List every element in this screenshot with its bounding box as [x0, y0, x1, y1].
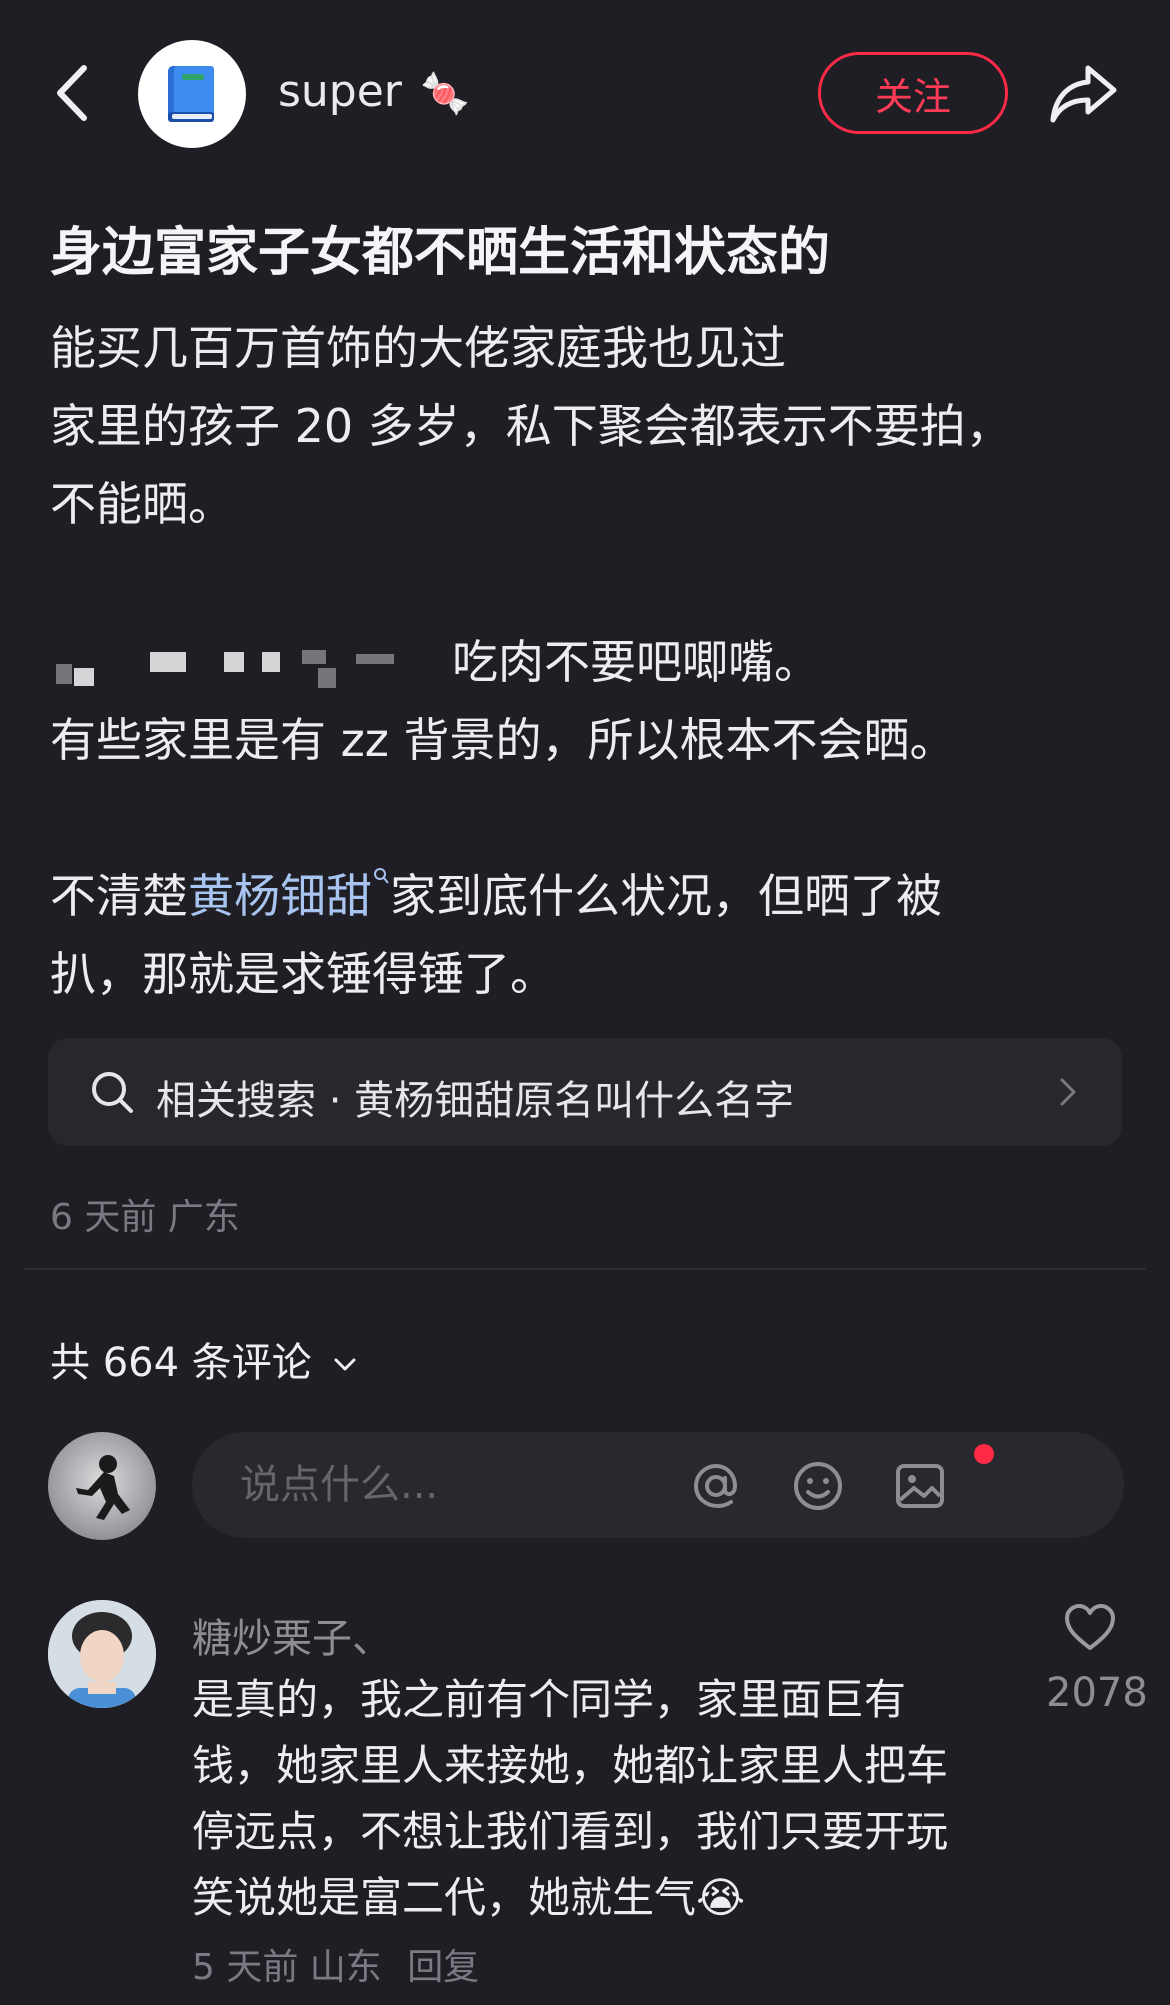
post-text: 家到底什么状况，但晒了被 [390, 869, 942, 923]
commenter-avatar[interactable] [48, 1600, 156, 1708]
reply-button[interactable]: 回复 [407, 1947, 479, 1988]
share-arrow-icon [1050, 65, 1117, 123]
chevron-left-icon [57, 65, 87, 121]
candy-emoji: 🍬 [420, 71, 470, 117]
related-search-text: 相关搜索 · 黄杨钿甜原名叫什么名字 [156, 1078, 795, 1124]
avatar-silhouette [76, 1455, 130, 1520]
topic-link[interactable]: 黄杨钿甜 [188, 869, 372, 923]
notification-dot [974, 1444, 994, 1464]
search-icon [374, 868, 389, 884]
blue-book-icon [168, 66, 214, 122]
comment-meta: 5 天前 山东 回复 [192, 1938, 479, 1990]
comment-text: 笑说她是富二代，她就生气 [192, 1873, 697, 1922]
divider [24, 1268, 1146, 1270]
comment-count-label: 共 664 条评论 [50, 1340, 312, 1386]
chevron-down-icon [334, 1358, 355, 1371]
post-text: 不清楚 [50, 869, 188, 923]
comment-line: 笑说她是富二代，她就生气😭 [192, 1864, 745, 1925]
redacted-text [56, 650, 446, 690]
comment-line: 停远点，不想让我们看到，我们只要开玩 [192, 1807, 949, 1856]
crying-emoji: 😭 [696, 1873, 746, 1922]
post-line: 吃肉不要吧唧嘴。 [452, 635, 820, 689]
comment-line: 钱，她家里人来接她，她都让家里人把车 [192, 1741, 949, 1790]
comment-time-location: 5 天前 山东 [192, 1947, 382, 1988]
author-name[interactable]: super [278, 66, 402, 117]
follow-button[interactable]: 关注 [818, 52, 1008, 134]
emoji-icon[interactable] [790, 1458, 846, 1514]
like-button[interactable] [1062, 1600, 1118, 1656]
comment-input[interactable] [240, 1460, 740, 1510]
comment-input-box[interactable] [192, 1432, 1124, 1538]
post-line: 不能晒。 [50, 477, 234, 531]
post-line: 有些家里是有 zz 背景的，所以根本不会晒。 [50, 713, 956, 767]
my-avatar[interactable] [48, 1432, 156, 1540]
post-line: 家里的孩子 20 多岁，私下聚会都表示不要拍， [50, 399, 1012, 453]
related-search-bar[interactable]: 相关搜索 · 黄杨钿甜原名叫什么名字 [48, 1038, 1122, 1146]
like-count: 2078 [1046, 1670, 1148, 1716]
chevron-right-icon [1060, 1078, 1076, 1106]
heart-icon [1065, 1604, 1115, 1650]
author-avatar[interactable] [138, 40, 246, 148]
post-line: 不清楚黄杨钿甜 家到底什么状况，但晒了被 [50, 860, 942, 926]
post-meta: 6 天前 广东 [50, 1197, 240, 1238]
post-line: 能买几百万首饰的大佬家庭我也见过 [50, 321, 786, 375]
back-button[interactable] [50, 62, 94, 124]
search-icon [92, 1072, 133, 1113]
at-icon[interactable] [688, 1458, 744, 1514]
comment-count-sort[interactable]: 共 664 条评论 [50, 1330, 359, 1388]
post-title: 身边富家子女都不晒生活和状态的 [50, 223, 831, 283]
comment-line: 是真的，我之前有个同学，家里面巨有 [192, 1675, 907, 1724]
comment-username[interactable]: 糖炒栗子、 [192, 1606, 392, 1664]
image-icon[interactable] [892, 1458, 948, 1514]
avatar-face [48, 1600, 156, 1708]
post-line: 扒，那就是求锤得锤了。 [50, 947, 556, 1001]
share-button[interactable] [1048, 60, 1120, 126]
